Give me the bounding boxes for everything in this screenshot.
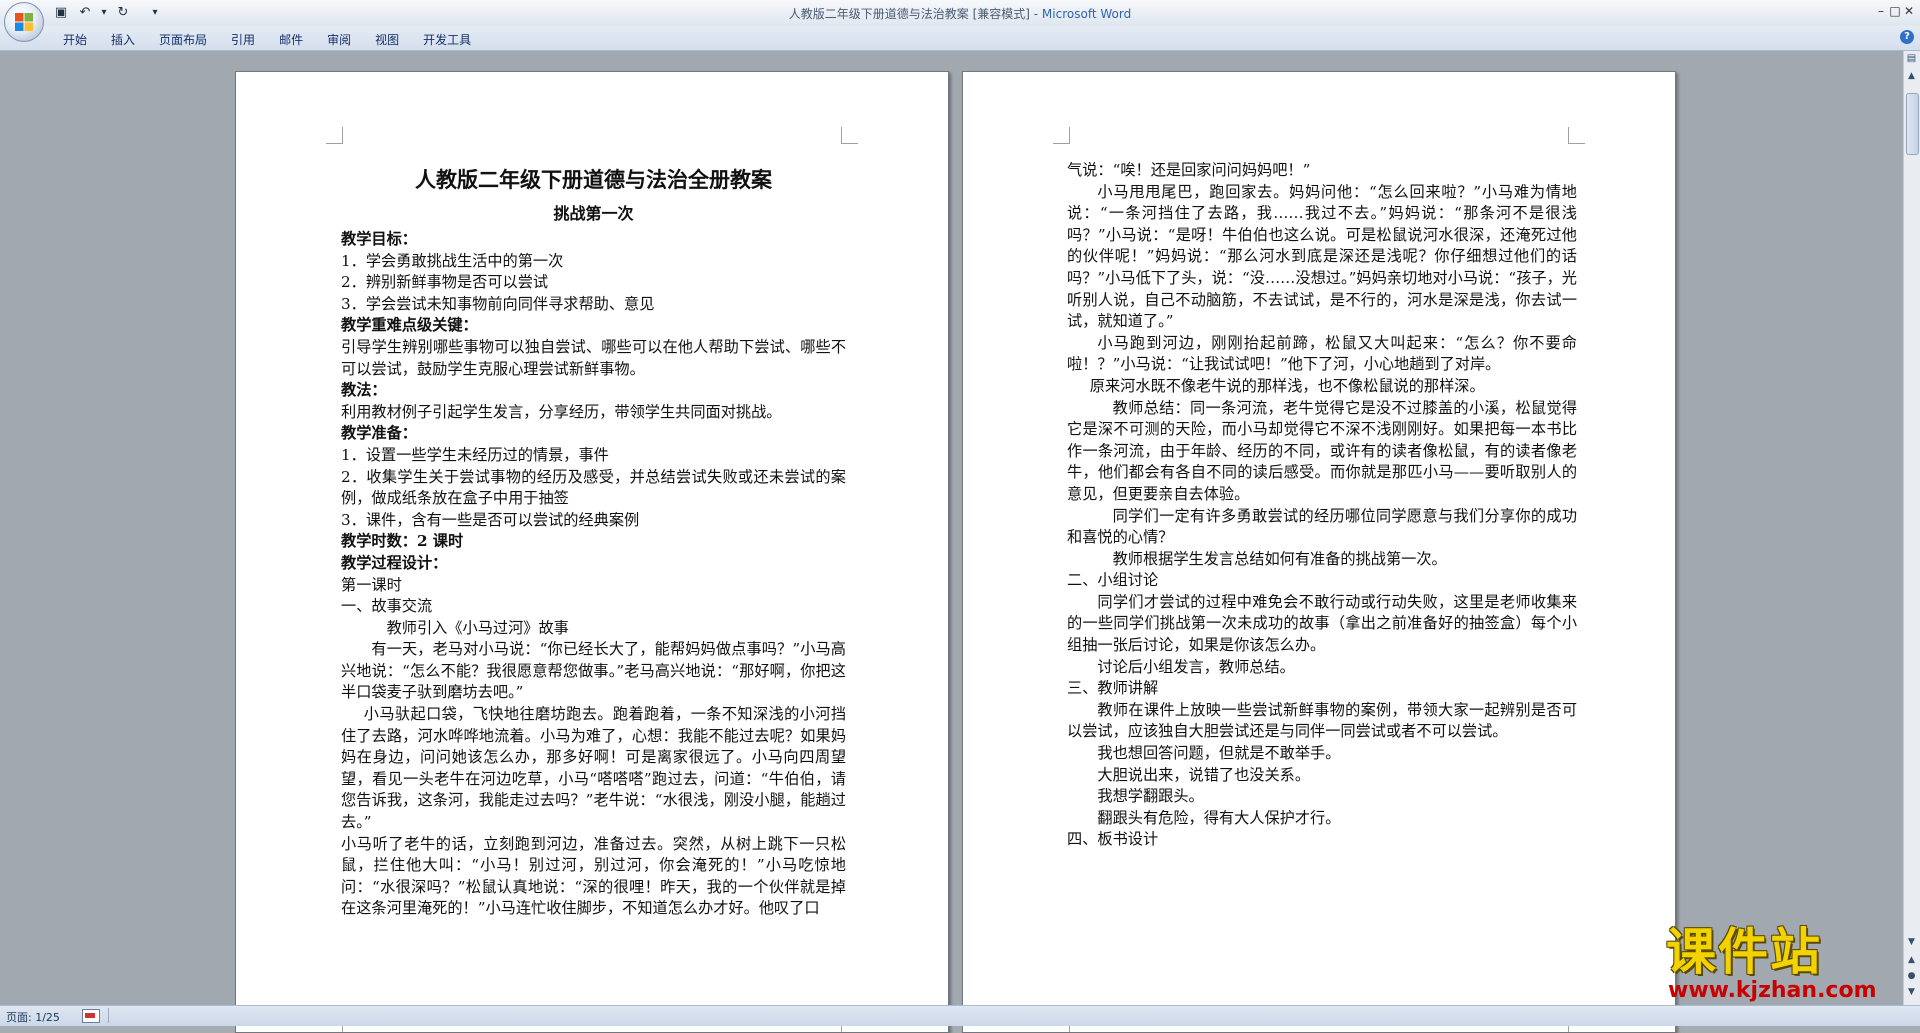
scroll-down-icon[interactable]: ▼: [1905, 935, 1918, 949]
paragraph: 3．课件，含有一些是否可以尝试的经典案例: [341, 510, 640, 529]
paragraph: 引导学生辨别哪些事物可以独自尝试、哪些可以在他人帮助下尝试、哪些不可以尝试，鼓励…: [341, 337, 846, 378]
vertical-scrollbar[interactable]: ▤ ▲ ▼ ▲ ● ▼: [1903, 51, 1920, 1005]
window-title: 人教版二年级下册道德与法治教案 [兼容模式] - Microsoft Word: [0, 5, 1920, 22]
paragraph: 同学们才尝试的过程中难免会不敢行动或行动失败，这里是老师收集来的一些同学们挑战第…: [1067, 592, 1577, 655]
section-heading: 教法：: [341, 381, 387, 400]
section-heading: 教学时数：2 课时: [341, 532, 464, 551]
crop-mark: [1053, 127, 1070, 144]
title-bar: ▣ ↶ ▾ ↻ ▾ 人教版二年级下册道德与法治教案 [兼容模式] - Micro…: [0, 0, 1920, 26]
paragraph: 2．辨别新鲜事物是否可以尝试: [341, 273, 549, 292]
section-heading: 教学重难点级关键：: [341, 316, 478, 335]
tab-home[interactable]: 开始: [52, 29, 100, 50]
minimize-button[interactable]: –: [1874, 2, 1888, 22]
previous-page-icon[interactable]: ▲: [1905, 955, 1918, 969]
page-1-text[interactable]: 人教版二年级下册道德与法治全册教案 挑战第一次 教学目标： 1．学会勇敢挑战生活中…: [341, 164, 846, 920]
paragraph: 小马甩甩尾巴，跑回家去。妈妈问他：“怎么回来啦？”小马难为情地说：“一条河挡住了…: [1067, 182, 1577, 331]
document-page-2[interactable]: 气说：“唉！还是回家问问妈妈吧！” 小马甩甩尾巴，跑回家去。妈妈问他：“怎么回来啦…: [962, 71, 1676, 1033]
paragraph: 原来河水既不像老牛说的那样浅，也不像松鼠说的那样深。: [1089, 376, 1485, 395]
site-watermark: 课件站 www.kjzhan.com: [1666, 923, 1906, 1003]
status-divider: [108, 1008, 109, 1023]
paragraph: 我也想回答问题，但就是不敢举手。: [1097, 744, 1341, 763]
tab-mailings[interactable]: 邮件: [268, 29, 316, 50]
document-heading: 人教版二年级下册道德与法治全册教案: [415, 168, 772, 192]
paragraph: 小马听了老牛的话，立刻跑到河边，准备过去。突然，从树上跳下一只松鼠，拦住他大叫：…: [341, 834, 846, 918]
paragraph: 利用教材例子引起学生发言，分享经历，带领学生共同面对挑战。: [341, 402, 782, 421]
paragraph: 大胆说出来，说错了也没关系。: [1097, 765, 1311, 784]
paragraph: 2．收集学生关于尝试事物的经历及感受，并总结尝试失败或还未尝试的案例，做成纸条放…: [341, 467, 846, 508]
paragraph: 小马跑到河边，刚刚抬起前蹄，松鼠又大叫起来：“怎么？你不要命啦！？”小马说：“让…: [1067, 333, 1577, 374]
paragraph: 二、小组讨论: [1067, 571, 1159, 590]
ribbon-tabs: 开始 插入 页面布局 引用 邮件 审阅 视图 开发工具: [52, 29, 484, 50]
tab-view[interactable]: 视图: [364, 29, 412, 50]
paragraph: 教师在课件上放映一些尝试新鲜事物的案例，带领大家一起辨别是否可以尝试，应该独自大…: [1067, 700, 1577, 741]
paragraph: 气说：“唉！还是回家问问妈妈吧！”: [1067, 161, 1311, 179]
tab-insert[interactable]: 插入: [100, 29, 148, 50]
watermark-url: www.kjzhan.com: [1668, 978, 1877, 1003]
paragraph: 教师引入《小马过河》故事: [386, 618, 569, 637]
document-workspace[interactable]: 人教版二年级下册道德与法治全册教案 挑战第一次 教学目标： 1．学会勇敢挑战生活中…: [0, 51, 1904, 1033]
proofing-language-icon[interactable]: [82, 1009, 100, 1023]
ribbon-tab-bar: 开始 插入 页面布局 引用 邮件 审阅 视图 开发工具 ?: [0, 26, 1920, 51]
office-logo-icon: [15, 13, 33, 31]
paragraph: 我想学翻跟头。: [1097, 787, 1204, 806]
page-1-body: 教学目标： 1．学会勇敢挑战生活中的第一次 2．辨别新鲜事物是否可以尝试 3．学会尝试…: [341, 229, 846, 920]
paragraph: 第一课时: [341, 575, 402, 594]
paragraph: 1．设置一些学生未经历过的情景，事件: [341, 445, 609, 464]
section-heading: 教学过程设计：: [341, 553, 448, 572]
paragraph: 讨论后小组发言，教师总结。: [1097, 657, 1295, 676]
tab-references[interactable]: 引用: [220, 29, 268, 50]
paragraph: 四、板书设计: [1067, 830, 1159, 849]
paragraph: 教师总结：同一条河流，老牛觉得它是没不过膝盖的小溪，松鼠觉得它是深不可测的天险，…: [1067, 398, 1577, 503]
section-heading: 教学目标：: [341, 230, 417, 248]
section-heading: 教学准备：: [341, 424, 417, 443]
maximize-button[interactable]: □: [1888, 2, 1902, 22]
paragraph: 三、教师讲解: [1067, 679, 1159, 698]
page-count[interactable]: 页面: 1/25: [6, 1009, 60, 1025]
tab-page-layout[interactable]: 页面布局: [148, 29, 220, 50]
lesson-title: 挑战第一次: [553, 204, 634, 223]
office-button[interactable]: [4, 2, 44, 42]
paragraph: 教师根据学生发言总结如何有准备的挑战第一次。: [1112, 549, 1447, 568]
help-icon[interactable]: ?: [1900, 30, 1914, 44]
page-2-text[interactable]: 气说：“唉！还是回家问问妈妈吧！” 小马甩甩尾巴，跑回家去。妈妈问他：“怎么回来啦…: [1067, 160, 1577, 851]
view-ruler-icon[interactable]: ▤: [1905, 53, 1918, 67]
scroll-up-icon[interactable]: ▲: [1905, 69, 1918, 83]
paragraph: 一、故事交流: [341, 597, 433, 616]
watermark-text: 课件站: [1666, 923, 1822, 981]
browse-object-icon[interactable]: ●: [1905, 971, 1918, 985]
document-page-1[interactable]: 人教版二年级下册道德与法治全册教案 挑战第一次 教学目标： 1．学会勇敢挑战生活中…: [235, 71, 949, 1033]
scroll-thumb[interactable]: [1906, 93, 1919, 155]
close-button[interactable]: ✕: [1902, 2, 1916, 22]
paragraph: 有一天，老马对小马说：“你已经长大了，能帮妈妈做点事吗？”小马高兴地说：“怎么不…: [341, 640, 846, 702]
paragraph: 1．学会勇敢挑战生活中的第一次: [341, 251, 564, 270]
next-page-icon[interactable]: ▼: [1905, 987, 1918, 1001]
crop-mark: [841, 127, 858, 144]
status-bar: 页面: 1/25: [0, 1005, 1920, 1026]
tab-developer[interactable]: 开发工具: [412, 29, 484, 50]
paragraph: 小马驮起口袋，飞快地往磨坊跑去。跑着跑着，一条不知深浅的小河挡住了去路，河水哗哗…: [341, 705, 846, 832]
page-2-body: 气说：“唉！还是回家问问妈妈吧！” 小马甩甩尾巴，跑回家去。妈妈问他：“怎么回来啦…: [1067, 160, 1577, 851]
paragraph: 翻跟头有危险，得有大人保护才行。: [1097, 808, 1341, 827]
app-name: Microsoft Word: [1041, 7, 1132, 21]
paragraph: 3．学会尝试未知事物前向同伴寻求帮助、意见: [341, 294, 655, 313]
crop-mark: [1568, 127, 1585, 144]
window-controls: – □ ✕: [1874, 2, 1916, 22]
tab-review[interactable]: 审阅: [316, 29, 364, 50]
crop-mark: [326, 127, 343, 144]
document-title: 人教版二年级下册道德与法治教案 [兼容模式] -: [788, 7, 1042, 21]
paragraph: 同学们一定有许多勇敢尝试的经历哪位同学愿意与我们分享你的成功和喜悦的心情？: [1067, 506, 1577, 547]
